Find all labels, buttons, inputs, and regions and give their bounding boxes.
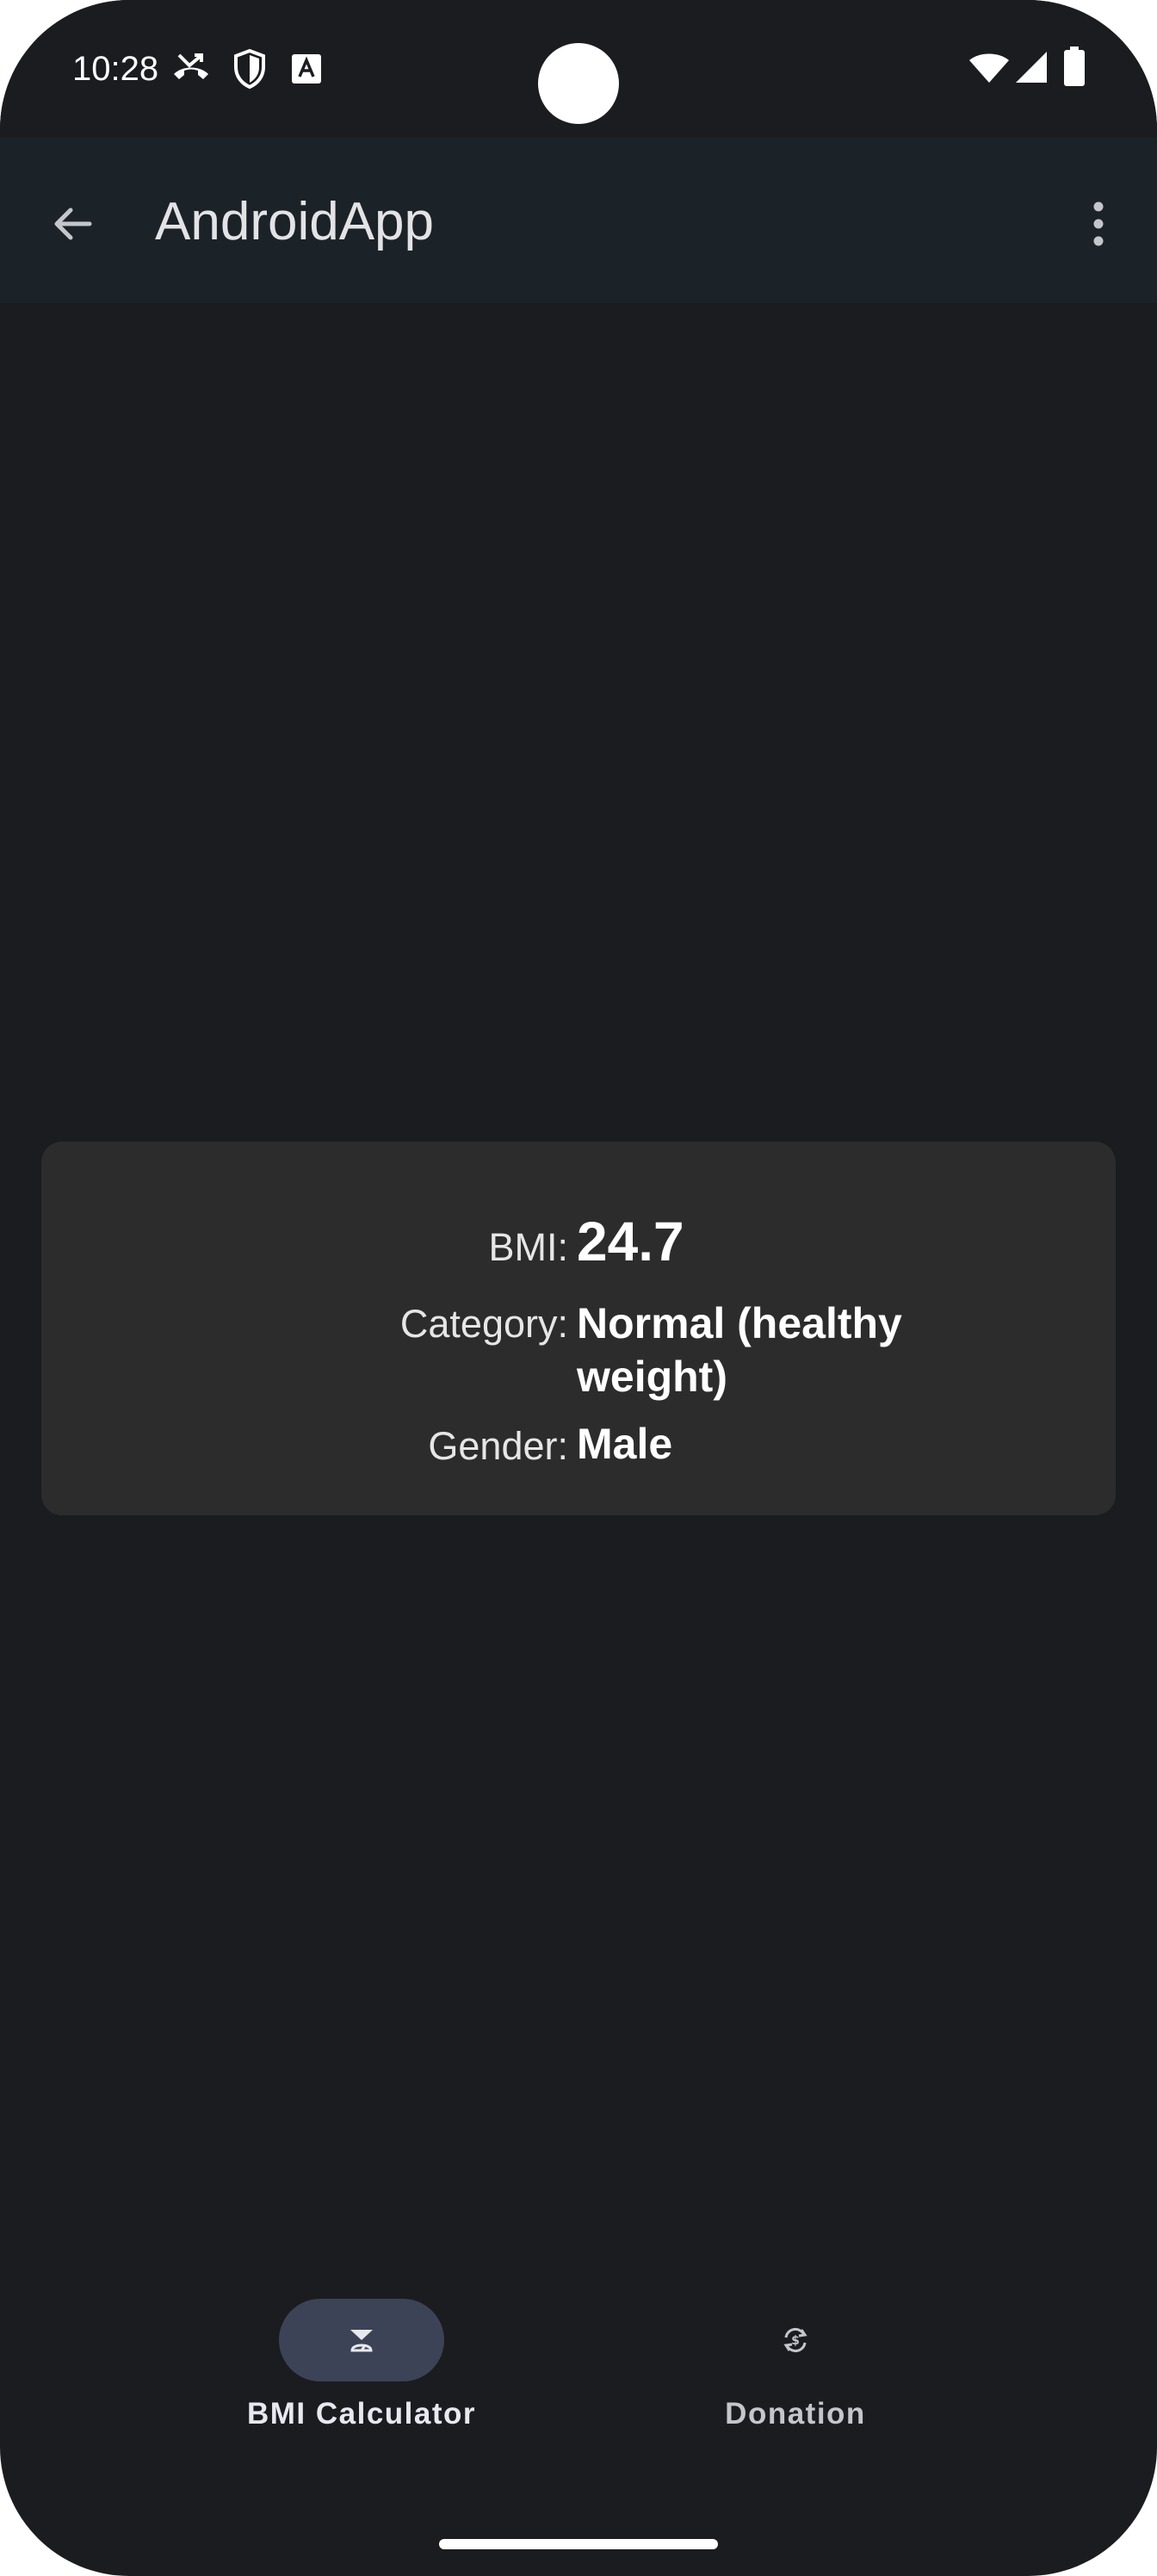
app-title: AndroidApp (155, 192, 435, 251)
status-time: 10:28 (72, 50, 159, 88)
bmi-value: 24.7 (577, 1211, 684, 1273)
bottom-navigation-bar: BMI Calculator $ Donation (0, 2256, 1157, 2445)
cell-signal-icon (1016, 52, 1047, 83)
nav-label-bmi-calculator: BMI Calculator (246, 2397, 477, 2430)
category-label: Category: (399, 1302, 568, 1346)
more-options-button[interactable] (1061, 186, 1136, 262)
font-a-icon (292, 54, 321, 84)
gender-label: Gender: (428, 1424, 568, 1468)
more-vert-icon (1093, 201, 1104, 246)
arrow-back-icon (54, 207, 92, 240)
back-button[interactable] (34, 186, 110, 262)
scale-icon (350, 2330, 373, 2352)
svg-text:$: $ (791, 2334, 800, 2348)
nav-item-donation[interactable]: $ Donation (615, 2299, 976, 2454)
home-indicator[interactable] (439, 2539, 718, 2549)
missed-call-icon (174, 53, 208, 79)
wifi-icon (969, 53, 1009, 83)
shield-icon (234, 48, 265, 90)
phone-screen: 10:28 AndroidApp BMI: 24.7 Category: Nor… (0, 0, 1157, 2576)
front-camera (538, 43, 619, 124)
status-bar: 10:28 (0, 0, 1157, 138)
nav-indicator-pill (279, 2299, 444, 2381)
category-value-line2: weight) (577, 1353, 727, 1401)
battery-icon (1064, 46, 1085, 86)
gender-value: Male (577, 1420, 673, 1468)
bmi-label: BMI: (488, 1225, 568, 1269)
nav-item-bmi-calculator[interactable]: BMI Calculator (181, 2299, 542, 2454)
category-value: Normal (healthy weight) (577, 1297, 902, 1403)
currency-exchange-icon: $ (783, 2327, 807, 2353)
top-app-bar: AndroidApp (0, 138, 1157, 303)
nav-indicator-slot: $ (713, 2299, 878, 2381)
bmi-result-card: BMI: 24.7 Category: Normal (healthy weig… (41, 1142, 1116, 1515)
nav-label-donation: Donation (725, 2397, 866, 2430)
category-value-line1: Normal (healthy (577, 1299, 902, 1347)
